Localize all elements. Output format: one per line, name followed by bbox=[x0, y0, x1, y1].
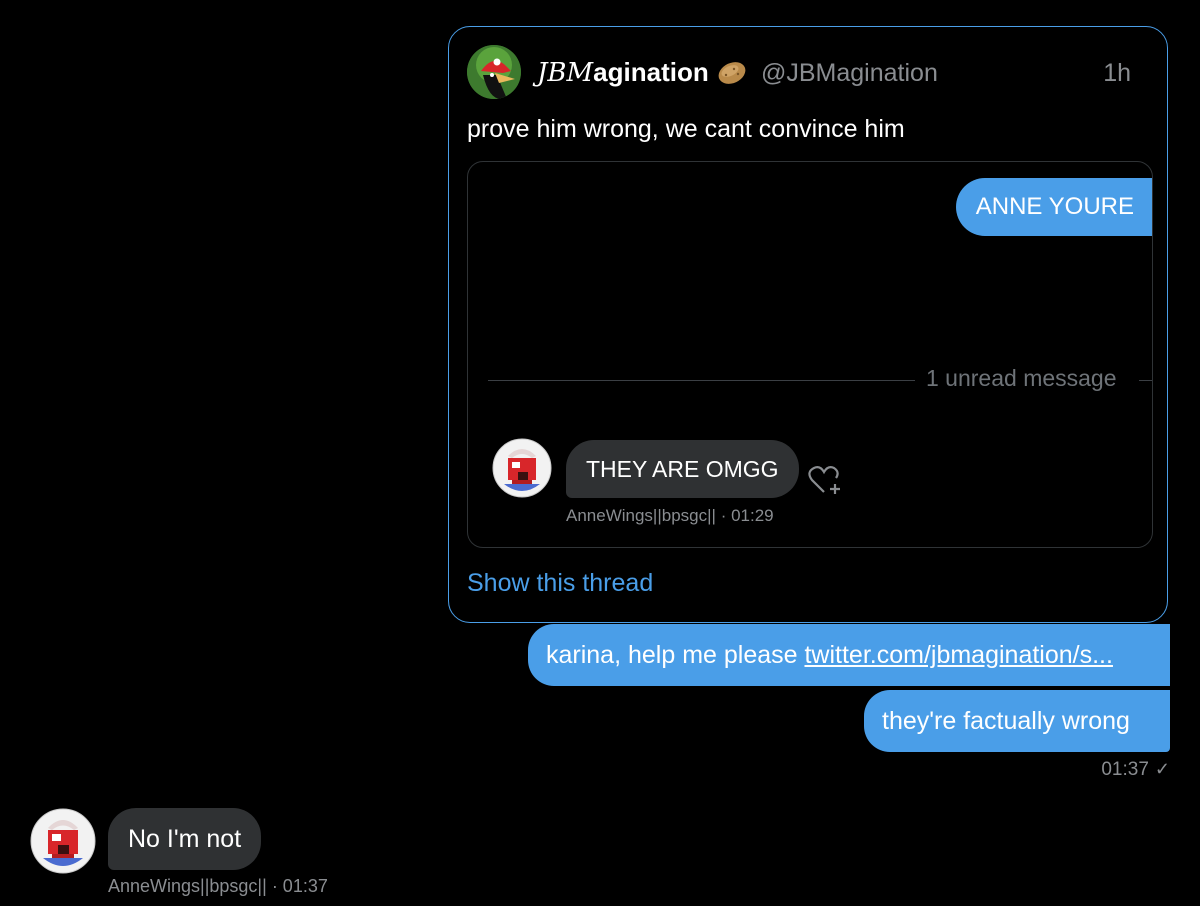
outgoing-message-timestamp: 01:37 ✓ bbox=[1101, 759, 1170, 781]
embedded-sender-name: AnneWings||bpsgc|| bbox=[566, 506, 716, 525]
unread-divider-line-right bbox=[1139, 380, 1152, 381]
incoming-sender-name: AnneWings||bpsgc|| bbox=[108, 876, 267, 896]
outgoing-message-bubble-2[interactable]: they're factually wrong bbox=[864, 690, 1170, 752]
embedded-outgoing-bubble: ANNE YOURE bbox=[955, 178, 1152, 236]
potato-emoji-icon bbox=[718, 62, 746, 84]
dm-conversation: JBMagination @JBMagination 1h prove him … bbox=[0, 0, 1200, 906]
quoted-tweet-card[interactable]: JBMagination @JBMagination 1h prove him … bbox=[448, 26, 1168, 623]
incoming-message-meta: AnneWings||bpsgc|| · 01:37 bbox=[108, 876, 328, 897]
jbmagination-avatar[interactable] bbox=[467, 45, 521, 99]
embedded-incoming-bubble: THEY ARE OMGG bbox=[566, 440, 799, 498]
incoming-message-bubble[interactable]: No I'm not bbox=[108, 808, 262, 870]
author-name-styled: JBM bbox=[537, 58, 594, 88]
tweet-author-name[interactable]: JBMagination bbox=[537, 57, 709, 88]
tweet-text: prove him wrong, we cant convince him bbox=[467, 115, 905, 143]
author-name-rest: agination bbox=[593, 57, 709, 87]
embedded-message-meta: AnneWings||bpsgc|| · 01:29 bbox=[566, 506, 774, 526]
react-heart-icon bbox=[808, 466, 840, 494]
tweet-link[interactable]: twitter.com/jbmagination/s... bbox=[804, 641, 1112, 669]
outgoing-time-text: 01:37 bbox=[1101, 759, 1149, 780]
incoming-message-time: · 01:37 bbox=[271, 876, 328, 896]
show-thread-link[interactable]: Show this thread bbox=[467, 569, 653, 598]
unread-divider-label: 1 unread message bbox=[926, 365, 1117, 391]
tweet-embedded-image[interactable]: ANNE YOURE 1 unread message THEY ARE OMG… bbox=[467, 161, 1153, 548]
embedded-message-time: · 01:29 bbox=[720, 506, 774, 525]
annewings-avatar bbox=[492, 438, 552, 498]
unread-divider-line bbox=[488, 380, 915, 381]
outgoing-message-text: karina, help me please bbox=[546, 641, 805, 669]
tweet-timestamp[interactable]: 1h bbox=[1103, 59, 1131, 88]
tweet-author-handle[interactable]: @JBMagination bbox=[761, 59, 938, 88]
sender-avatar[interactable] bbox=[30, 808, 96, 874]
sent-check-icon: ✓ bbox=[1154, 759, 1170, 779]
outgoing-message-bubble[interactable]: karina, help me please twitter.com/jbmag… bbox=[528, 624, 1170, 686]
